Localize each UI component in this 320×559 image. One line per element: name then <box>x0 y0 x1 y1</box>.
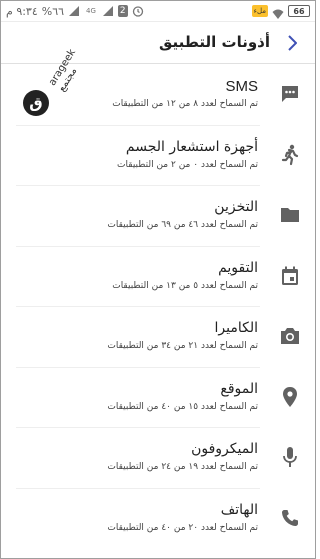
chevron-right-icon <box>288 35 297 51</box>
permission-row-body-sensors[interactable]: أجهزة استشعار الجسم تم السماح لعدد ٠ من … <box>0 124 316 186</box>
permission-subtitle: تم السماح لعدد ٢٠ من ٤٠ من التطبيقات <box>107 522 258 533</box>
permission-row-camera[interactable]: الكاميرا تم السماح لعدد ٢١ من ٣٤ من التط… <box>0 306 316 367</box>
arageek-watermark: ق arageek مجتمع <box>20 47 100 120</box>
permission-title: التخزين <box>214 199 258 215</box>
battery-label-badge: ملء <box>251 5 268 17</box>
permission-row-phone[interactable]: الهاتف تم السماح لعدد ٢٠ من ٤٠ من التطبي… <box>0 487 316 549</box>
permission-subtitle: تم السماح لعدد ١٩ من ٢٤ من التطبيقات <box>107 462 258 472</box>
permission-subtitle: تم السماح لعدد ٨ من ١٢ من التطبيقات <box>112 99 258 109</box>
clock: ٩:٣٤ م <box>6 4 38 18</box>
permission-subtitle: تم السماح لعدد ٥ من ١٣ من التطبيقات <box>112 280 258 291</box>
calendar-icon <box>278 264 302 288</box>
microphone-icon <box>278 445 302 469</box>
app-bar: أذونات التطبيق <box>0 22 316 64</box>
permission-subtitle: تم السماح لعدد ٤٦ من ٦٩ من التطبيقات <box>107 220 258 230</box>
permission-title: التقويم <box>218 259 258 276</box>
permission-row-location[interactable]: الموقع تم السماح لعدد ١٥ من ٤٠ من التطبي… <box>0 366 316 428</box>
folder-icon <box>278 203 302 227</box>
status-bar-right: ملء 66 <box>251 3 310 19</box>
back-button[interactable] <box>282 32 302 54</box>
wifi-icon <box>272 5 284 19</box>
permission-row-calendar[interactable]: التقويم تم السماح لعدد ٥ من ١٣ من التطبي… <box>0 245 316 307</box>
signal-icon-2 <box>102 5 114 17</box>
permissions-list: SMS تم السماح لعدد ٨ من ١٢ من التطبيقات … <box>0 64 316 548</box>
sms-icon <box>278 82 302 106</box>
permission-title: أجهزة استشعار الجسم <box>125 138 258 155</box>
battery-icon: 66 <box>288 5 310 17</box>
camera-icon <box>278 324 302 348</box>
permission-row-storage[interactable]: التخزين تم السماح لعدد ٤٦ من ٦٩ من التطب… <box>0 185 316 246</box>
status-bar: ٩:٣٤ م %٦٦ 4G 2 ملء 66 <box>0 0 316 22</box>
location-icon <box>278 385 302 409</box>
status-bar-left: ٩:٣٤ م %٦٦ 4G 2 <box>6 3 144 19</box>
network-type: 4G <box>86 7 96 15</box>
phone-icon <box>278 506 302 530</box>
page-title: أذونات التطبيق <box>159 33 270 51</box>
alarm-icon <box>132 5 144 17</box>
battery-percent-text: %٦٦ <box>41 4 65 18</box>
permission-title: الهاتف <box>220 501 258 518</box>
permission-subtitle: تم السماح لعدد ١٥ من ٤٠ من التطبيقات <box>107 401 258 412</box>
sim-badge: 2 <box>117 5 128 17</box>
arageek-logo-icon: ق <box>23 90 49 116</box>
permission-row-microphone[interactable]: الميكروفون تم السماح لعدد ١٩ من ٢٤ من ال… <box>0 427 316 488</box>
permission-subtitle: تم السماح لعدد ٠ من ٢ من التطبيقات <box>117 159 258 170</box>
permission-title: SMS <box>225 78 258 95</box>
signal-icon <box>68 5 80 17</box>
permission-title: الميكروفون <box>191 441 258 457</box>
permission-subtitle: تم السماح لعدد ٢١ من ٣٤ من التطبيقات <box>107 341 258 351</box>
permission-title: الكاميرا <box>214 320 259 336</box>
permission-title: الموقع <box>220 380 258 397</box>
body-sensors-icon <box>278 143 302 167</box>
